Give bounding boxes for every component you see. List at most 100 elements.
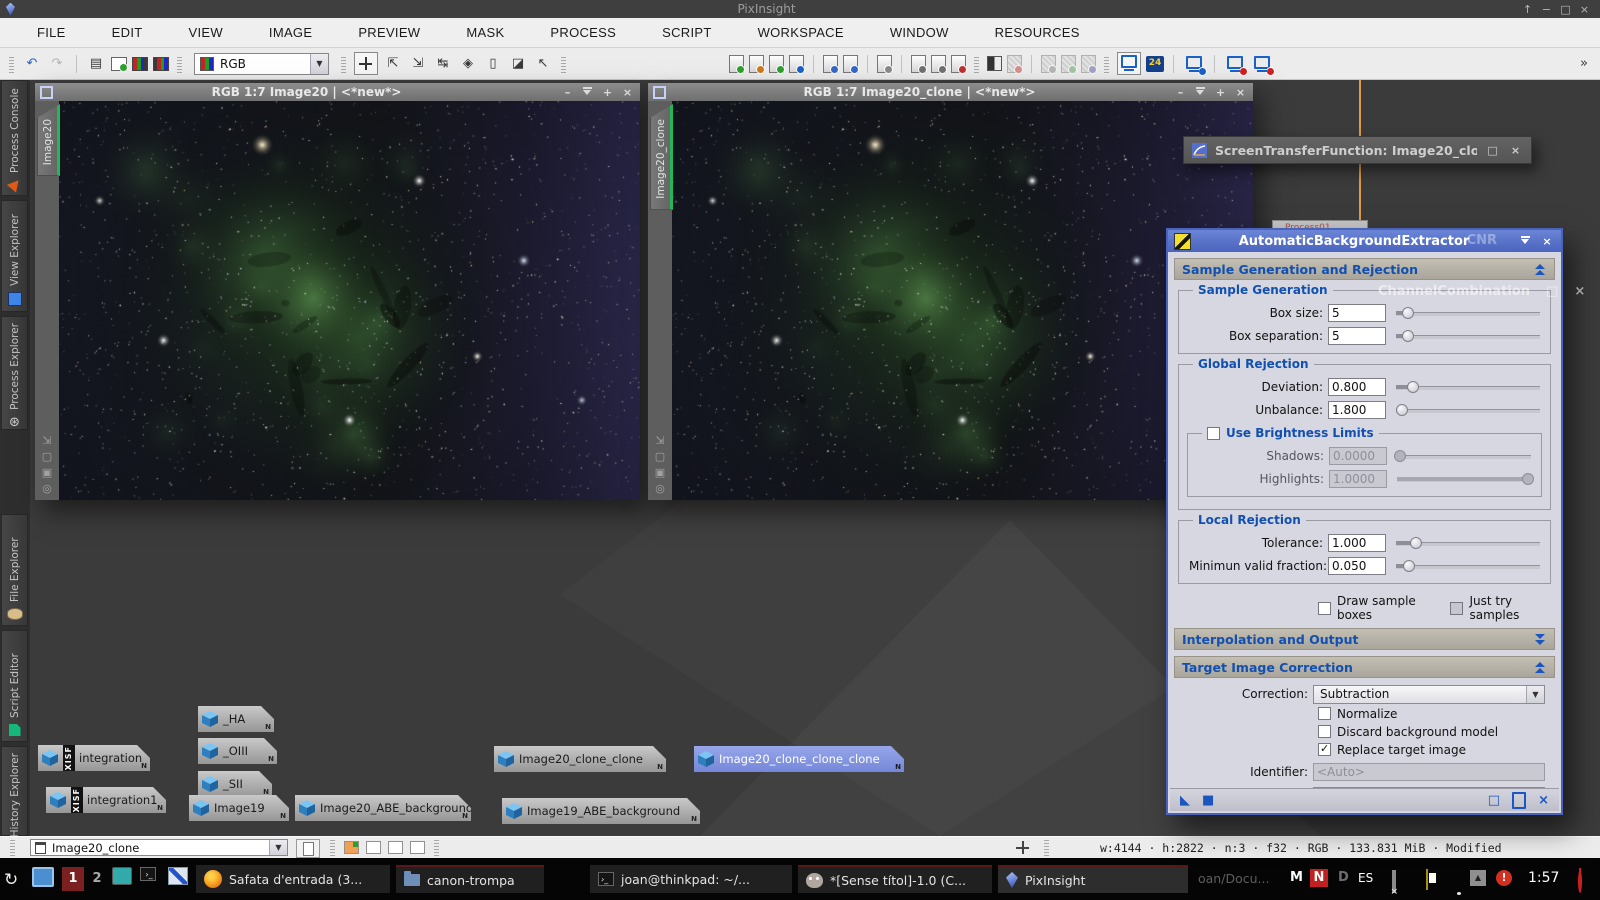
task-terminal[interactable]: ›_ joan@thinkpad: ~/... bbox=[590, 865, 792, 893]
minimized-image-image19-abe-background[interactable]: Image19_ABE_background N bbox=[502, 798, 700, 824]
menu-workspace[interactable]: WORKSPACE bbox=[735, 25, 867, 40]
strip-copy-icon[interactable]: ▣ bbox=[655, 467, 665, 478]
app-titlebar[interactable]: PixInsight ↑ − □ × bbox=[0, 0, 1600, 18]
sidebar-tab-view-explorer[interactable]: View Explorer bbox=[1, 200, 28, 312]
terminal-launcher-icon[interactable]: ›_ bbox=[140, 867, 156, 881]
doc-close-icon[interactable] bbox=[951, 55, 966, 73]
toolbar-handle[interactable] bbox=[9, 55, 14, 73]
shade-button[interactable] bbox=[580, 87, 595, 98]
tray-indicator-m[interactable]: M bbox=[1290, 870, 1303, 885]
unbalance-input[interactable] bbox=[1328, 401, 1386, 419]
box-size-input[interactable] bbox=[1328, 304, 1386, 322]
bar-handle[interactable] bbox=[434, 840, 439, 856]
view-tab-image20-clone[interactable]: Image20_clone bbox=[650, 104, 673, 210]
stf-screen-icon[interactable] bbox=[1117, 52, 1141, 75]
icc-24bit-icon[interactable]: 24 bbox=[1146, 56, 1164, 72]
strip-resize-icon[interactable]: ⇲ bbox=[655, 435, 664, 446]
task-ghost[interactable]: oan/Docu... bbox=[1198, 871, 1269, 886]
expand-chevron-icon[interactable] bbox=[1534, 634, 1547, 645]
menu-mask[interactable]: MASK bbox=[443, 25, 527, 40]
menu-preview[interactable]: PREVIEW bbox=[335, 25, 443, 40]
tray-indicator-n[interactable]: N bbox=[1310, 869, 1328, 887]
zoom-button[interactable]: + bbox=[600, 87, 615, 98]
history-back-icon[interactable] bbox=[1041, 55, 1056, 73]
cursor-icon[interactable]: ↖ bbox=[533, 54, 553, 74]
rgb-split-icon[interactable] bbox=[132, 57, 148, 71]
replace-target-checkbox[interactable] bbox=[1318, 743, 1331, 756]
toolbar-handle[interactable] bbox=[341, 55, 346, 73]
section-sample-generation-rejection[interactable]: Sample Generation and Rejection bbox=[1174, 258, 1555, 280]
discard-background-checkbox[interactable] bbox=[1318, 725, 1331, 738]
dropdown-arrow-icon[interactable]: ▼ bbox=[310, 54, 328, 74]
minimize-button[interactable]: − bbox=[1537, 3, 1556, 16]
dropdown-arrow-icon[interactable]: ▼ bbox=[1526, 686, 1544, 703]
contract-mode-icon[interactable]: ⇲ bbox=[408, 54, 428, 74]
strip-frame-icon[interactable]: ▢ bbox=[42, 451, 52, 462]
normalize-checkbox[interactable] bbox=[1318, 707, 1331, 720]
zoom-button[interactable]: + bbox=[1213, 87, 1228, 98]
page-mode-icon[interactable]: ▯ bbox=[483, 54, 503, 74]
toolbar-handle[interactable] bbox=[177, 55, 182, 73]
toolbar-overflow-icon[interactable]: » bbox=[1574, 54, 1594, 74]
minimized-image-image19[interactable]: Image19 N bbox=[189, 795, 289, 821]
drawer-launcher-icon[interactable] bbox=[112, 867, 132, 885]
deviation-slider[interactable] bbox=[1396, 380, 1540, 394]
history-ok-icon[interactable] bbox=[1061, 55, 1076, 73]
strip-target-icon[interactable]: ◎ bbox=[655, 483, 665, 494]
toolbar-handle[interactable] bbox=[561, 55, 566, 73]
workspace-1-button[interactable]: 1 bbox=[62, 867, 84, 891]
process-find-icon[interactable] bbox=[789, 55, 804, 73]
task-firefox[interactable]: Safata d'entrada (3... bbox=[196, 865, 390, 893]
use-brightness-limits-checkbox[interactable] bbox=[1207, 427, 1220, 440]
strip-frame-icon[interactable]: ▢ bbox=[655, 451, 665, 462]
section-interpolation-output[interactable]: Interpolation and Output bbox=[1174, 628, 1555, 650]
sidebar-tab-history-explorer[interactable]: History Explorer ◆ bbox=[1, 746, 28, 836]
workspace-2-button[interactable]: 2 bbox=[86, 867, 108, 891]
clipboard-icon[interactable] bbox=[1426, 869, 1428, 890]
strip-resize-icon[interactable]: ⇲ bbox=[42, 435, 51, 446]
color-swatch[interactable] bbox=[388, 841, 403, 854]
tolerance-input[interactable] bbox=[1328, 534, 1386, 552]
mask-clear-icon[interactable] bbox=[1007, 55, 1022, 73]
window-menu-icon[interactable] bbox=[40, 86, 53, 99]
collapse-chevron-icon[interactable] bbox=[1534, 264, 1547, 275]
editor-launcher-icon[interactable] bbox=[168, 867, 188, 885]
box-separation-slider[interactable] bbox=[1396, 329, 1540, 343]
stf-disable-icon[interactable] bbox=[1224, 54, 1246, 74]
view-save-icon[interactable] bbox=[823, 55, 838, 73]
menu-view[interactable]: VIEW bbox=[165, 25, 245, 40]
window-manager-icon[interactable]: ↻ bbox=[4, 870, 18, 890]
menu-image[interactable]: IMAGE bbox=[246, 25, 335, 40]
new-instance-icon[interactable]: ◣ bbox=[1180, 794, 1190, 807]
shade-button[interactable] bbox=[1193, 87, 1208, 98]
new-image-icon[interactable] bbox=[111, 57, 127, 71]
box-separation-input[interactable] bbox=[1328, 327, 1386, 345]
window-titlebar[interactable]: RGB 1:7 Image20 | <*new*> – + × bbox=[35, 83, 640, 102]
page-select-icon[interactable]: ◪ bbox=[508, 54, 528, 74]
tray-keyboard-layout[interactable]: ES bbox=[1358, 871, 1373, 885]
minimized-image-image20-abe-background[interactable]: Image20_ABE_background N bbox=[295, 795, 471, 821]
doc-settings-icon[interactable] bbox=[911, 55, 926, 73]
alert-icon[interactable]: ! bbox=[1496, 870, 1512, 886]
redo-icon[interactable]: ↷ bbox=[47, 54, 67, 74]
pan-tool-icon[interactable] bbox=[354, 52, 378, 75]
stf-apply-icon[interactable] bbox=[1183, 54, 1205, 74]
process-add-icon[interactable] bbox=[769, 55, 784, 73]
browse-documentation-icon[interactable] bbox=[1512, 792, 1526, 809]
close-button[interactable]: × bbox=[1508, 144, 1523, 157]
view-load-icon[interactable] bbox=[843, 55, 858, 73]
minimized-image-ha[interactable]: _HA N bbox=[198, 706, 274, 732]
maximize-button[interactable]: □ bbox=[1556, 3, 1575, 16]
stf-reset-icon[interactable] bbox=[1251, 54, 1273, 74]
menu-script[interactable]: SCRIPT bbox=[639, 25, 734, 40]
tolerance-slider[interactable] bbox=[1396, 536, 1540, 550]
task-pixinsight[interactable]: PixInsight bbox=[998, 865, 1188, 893]
updates-icon[interactable]: ▲ bbox=[1470, 870, 1486, 886]
sidebar-tab-process-explorer[interactable]: Process Explorer ⊛ bbox=[1, 316, 28, 430]
close-button[interactable]: × bbox=[620, 87, 635, 98]
section-target-image-correction[interactable]: Target Image Correction bbox=[1174, 656, 1555, 678]
task-gimp[interactable]: *[Sense títol]-1.0 (C... bbox=[798, 865, 992, 893]
desktop-icon[interactable] bbox=[32, 867, 54, 887]
close-button[interactable]: × bbox=[1539, 235, 1555, 248]
bar-handle[interactable] bbox=[1044, 840, 1049, 856]
